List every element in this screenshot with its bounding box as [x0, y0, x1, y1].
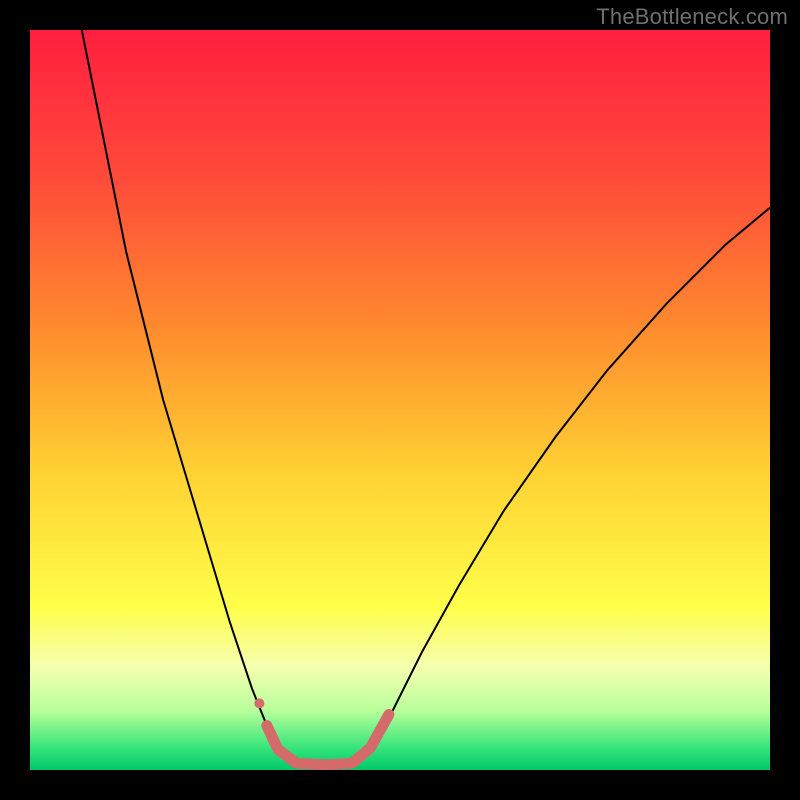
plot-area — [30, 30, 770, 770]
gradient-background — [30, 30, 770, 770]
marker-layer — [254, 698, 264, 708]
watermark-text: TheBottleneck.com — [596, 4, 788, 30]
chart-svg — [30, 30, 770, 770]
marker-valley-dot — [254, 698, 264, 708]
chart-frame: TheBottleneck.com — [0, 0, 800, 800]
